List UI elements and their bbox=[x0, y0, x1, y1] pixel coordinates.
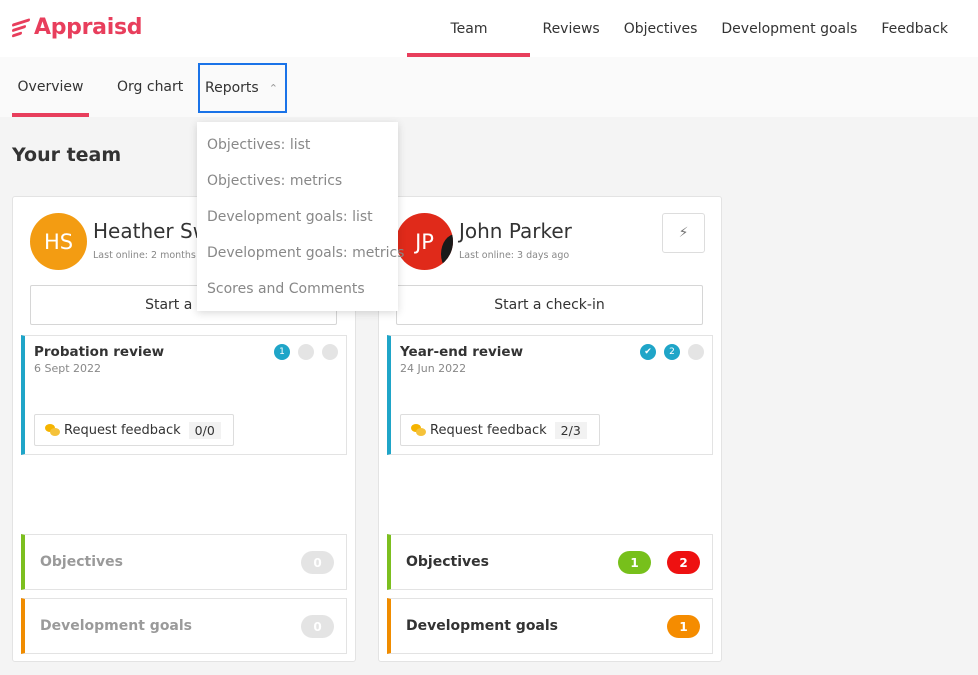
development-goals-badges: 1 bbox=[651, 615, 700, 638]
main-nav-feedback[interactable]: Feedback bbox=[869, 0, 960, 57]
tab-overview[interactable]: Overview bbox=[12, 57, 89, 117]
feedback-count: 0/0 bbox=[188, 421, 221, 439]
development-goals-row[interactable]: Development goals 1 bbox=[387, 598, 713, 654]
menu-item-scores-and-comments[interactable]: Scores and Comments bbox=[197, 271, 398, 307]
review-stage-indicators: ✔ 2 bbox=[632, 344, 704, 360]
menu-item-development-goals-list[interactable]: Development goals: list bbox=[197, 199, 398, 235]
sub-nav: Overview Org chart Reports ⌃ bbox=[0, 57, 978, 117]
development-goals-count-badge: 0 bbox=[301, 615, 334, 638]
objectives-label: Objectives bbox=[406, 554, 489, 570]
development-goals-row[interactable]: Development goals 0 bbox=[21, 598, 347, 654]
menu-item-objectives-metrics[interactable]: Objectives: metrics bbox=[197, 163, 398, 199]
development-goals-count-badge: 1 bbox=[667, 615, 700, 638]
section-title: Your team bbox=[12, 144, 122, 166]
member-name[interactable]: John Parker bbox=[459, 219, 572, 243]
tab-reports-label: Reports bbox=[205, 80, 259, 96]
tab-org-chart[interactable]: Org chart bbox=[117, 57, 183, 117]
development-goals-badges: 0 bbox=[285, 615, 334, 638]
request-feedback-label: Request feedback bbox=[64, 422, 181, 438]
menu-item-objectives-list[interactable]: Objectives: list bbox=[197, 127, 398, 163]
objectives-badges: 1 2 bbox=[602, 551, 700, 574]
objectives-count-badge: 0 bbox=[301, 551, 334, 574]
team-member-card: JP John Parker Last online: 3 days ago ⚡… bbox=[378, 196, 722, 662]
quick-action-button[interactable]: ⚡︎ bbox=[662, 213, 705, 253]
tab-reports[interactable]: Reports ⌃ bbox=[198, 63, 287, 113]
avatar[interactable]: JP bbox=[396, 213, 453, 270]
review-date: 6 Sept 2022 bbox=[34, 362, 102, 375]
logo-text: Appraisd bbox=[34, 14, 143, 40]
menu-item-development-goals-metrics[interactable]: Development goals: metrics bbox=[197, 235, 404, 271]
member-name[interactable]: Heather Sw bbox=[93, 219, 209, 243]
request-feedback-button[interactable]: Request feedback 0/0 bbox=[34, 414, 234, 446]
objectives-row[interactable]: Objectives 0 bbox=[21, 534, 347, 590]
reports-dropdown-menu: Objectives: list Objectives: metrics Dev… bbox=[197, 122, 404, 311]
stage-indicator: 2 bbox=[664, 344, 680, 360]
main-nav: Team Reviews Objectives Development goal… bbox=[407, 0, 960, 57]
speech-bubbles-icon bbox=[411, 424, 426, 436]
objectives-label: Objectives bbox=[40, 554, 123, 570]
development-goals-label: Development goals bbox=[406, 618, 559, 634]
objectives-off-track-badge: 2 bbox=[667, 551, 700, 574]
development-goals-label: Development goals bbox=[40, 618, 193, 634]
objectives-on-track-badge: 1 bbox=[618, 551, 651, 574]
start-checkin-button[interactable]: Start a check-in bbox=[396, 285, 703, 325]
request-feedback-button[interactable]: Request feedback 2/3 bbox=[400, 414, 600, 446]
review-title: Year-end review bbox=[400, 344, 524, 360]
stage-indicator bbox=[688, 344, 704, 360]
review-panel[interactable]: Year-end review 24 Jun 2022 ✔ 2 Request … bbox=[387, 335, 713, 455]
avatar[interactable]: HS bbox=[30, 213, 87, 270]
stage-indicator: 1 bbox=[274, 344, 290, 360]
main-nav-team[interactable]: Team bbox=[407, 0, 531, 57]
stage-indicator bbox=[322, 344, 338, 360]
logo-mark-icon bbox=[12, 15, 32, 39]
review-panel[interactable]: Probation review 6 Sept 2022 1 Request f… bbox=[21, 335, 347, 455]
feedback-count: 2/3 bbox=[554, 421, 587, 439]
stage-indicator bbox=[298, 344, 314, 360]
objectives-row[interactable]: Objectives 1 2 bbox=[387, 534, 713, 590]
bolt-icon: ⚡︎ bbox=[678, 225, 689, 241]
review-date: 24 Jun 2022 bbox=[400, 362, 467, 375]
last-online: Last online: 2 months a bbox=[93, 250, 205, 261]
appraisd-logo[interactable]: Appraisd bbox=[12, 12, 143, 42]
main-nav-objectives[interactable]: Objectives bbox=[612, 0, 710, 57]
speech-bubbles-icon bbox=[45, 424, 60, 436]
request-feedback-label: Request feedback bbox=[430, 422, 547, 438]
check-icon: ✔ bbox=[640, 344, 656, 360]
review-stage-indicators: 1 bbox=[266, 344, 338, 360]
review-title: Probation review bbox=[34, 344, 165, 360]
main-nav-reviews[interactable]: Reviews bbox=[530, 0, 611, 57]
chevron-up-icon: ⌃ bbox=[268, 81, 278, 95]
objectives-badges: 0 bbox=[285, 551, 334, 574]
main-nav-development-goals[interactable]: Development goals bbox=[709, 0, 869, 57]
last-online: Last online: 3 days ago bbox=[459, 250, 570, 261]
top-bar: Appraisd Team Reviews Objectives Develop… bbox=[0, 0, 978, 57]
